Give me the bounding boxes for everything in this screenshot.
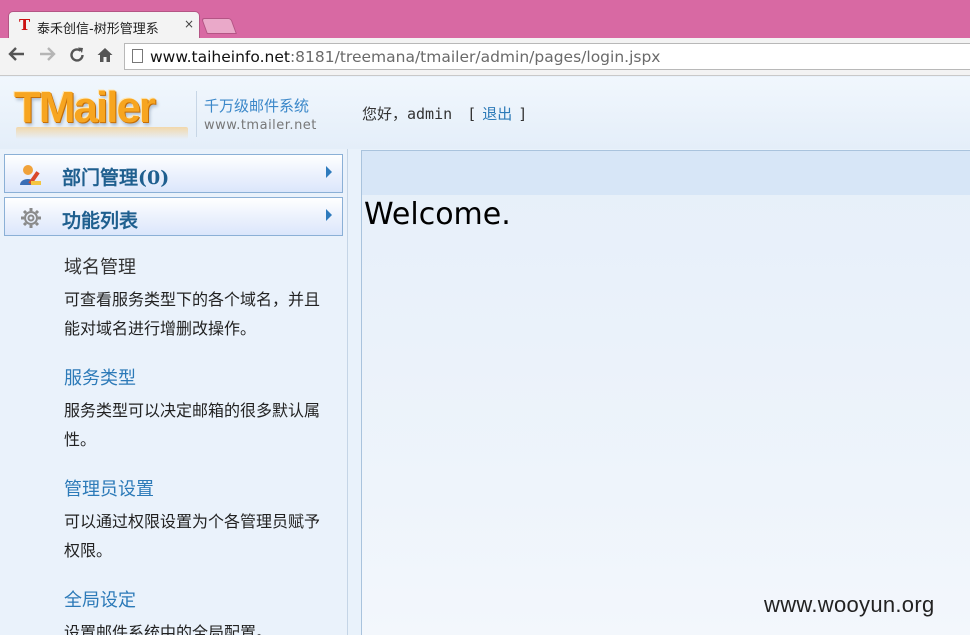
function-item-admin-settings: 管理员设置 可以通过权限设置为个各管理员赋予权限。 [64,475,334,565]
watermark-text: www.wooyun.org [764,592,935,617]
home-icon[interactable] [94,46,116,69]
function-desc-global-settings: 设置邮件系统中的全局配置。 [64,623,273,635]
function-desc-service-type: 服务类型可以决定邮箱的很多默认属性。 [64,401,321,449]
function-title-service-type[interactable]: 服务类型 [64,364,334,390]
tmailer-logo[interactable]: TMailer [14,83,156,133]
logout-link[interactable]: 退出 [482,105,512,123]
sidebar-menu-functions[interactable]: 功能列表 [4,197,343,236]
menu-label-department: 部门管理(0) [62,167,170,189]
function-desc-domain: 可查看服务类型下的各个域名，并且能对域名进行增删改操作。 [64,290,321,338]
browser-tab-strip: T 泰禾创信-树形管理系 × [0,0,970,38]
function-desc-admin-settings: 可以通过权限设置为个各管理员赋予权限。 [64,512,321,560]
function-title-admin-settings[interactable]: 管理员设置 [64,475,334,501]
site-favicon-icon: T [19,16,31,34]
users-icon [18,163,44,185]
forward-arrow-icon[interactable] [36,46,58,67]
chevron-right-icon [326,166,332,178]
logo-reflection [16,127,188,139]
chevron-right-icon [326,209,332,221]
logo-divider [196,91,197,137]
back-arrow-icon[interactable] [6,46,28,67]
browser-toolbar: www.taiheinfo.net:8181/treemana/tmailer/… [0,38,970,76]
user-greeting: 您好，admin [ 退出] [362,103,533,124]
function-title-domain[interactable]: 域名管理 [64,253,334,279]
function-item-service-type: 服务类型 服务类型可以决定邮箱的很多默认属性。 [64,364,334,454]
function-item-domain: 域名管理 可查看服务类型下的各个域名，并且能对域名进行增删改操作。 [64,253,334,343]
page-icon [132,49,143,63]
bracket-open: [ [467,105,477,123]
sidebar-menu-department[interactable]: 部门管理(0) [4,154,343,193]
menu-label-functions: 功能列表 [62,210,139,232]
sidebar: 部门管理(0) 功能列表 域名管理 可查看服务类型下的各个域名，并且能对域名进行… [0,149,348,635]
bracket-close: ] [518,105,528,123]
function-item-global-settings: 全局设定 设置邮件系统中的全局配置。 [64,586,334,635]
gear-icon [18,206,44,228]
tab-close-icon[interactable]: × [184,17,194,31]
tab-title: 泰禾创信-树形管理系 [37,22,159,37]
main-panel-header-bar [362,151,970,195]
function-title-global-settings[interactable]: 全局设定 [64,586,334,612]
reload-icon[interactable] [66,46,88,69]
page-header: TMailer 千万级邮件系统 www.tmailer.net 您好，admin… [0,77,970,149]
main-panel: Welcome. [361,150,970,635]
welcome-text: Welcome. [364,197,511,232]
logo-tagline: 千万级邮件系统 [204,97,310,115]
page-content: TMailer 千万级邮件系统 www.tmailer.net 您好，admin… [0,77,970,635]
address-bar[interactable]: www.taiheinfo.net:8181/treemana/tmailer/… [124,43,970,70]
new-tab-button[interactable] [201,18,237,34]
url-text: www.taiheinfo.net:8181/treemana/tmailer/… [150,48,661,66]
browser-tab[interactable]: T 泰禾创信-树形管理系 × [8,11,200,38]
logo-url: www.tmailer.net [204,118,317,133]
greeting-text: 您好，admin [362,105,453,123]
